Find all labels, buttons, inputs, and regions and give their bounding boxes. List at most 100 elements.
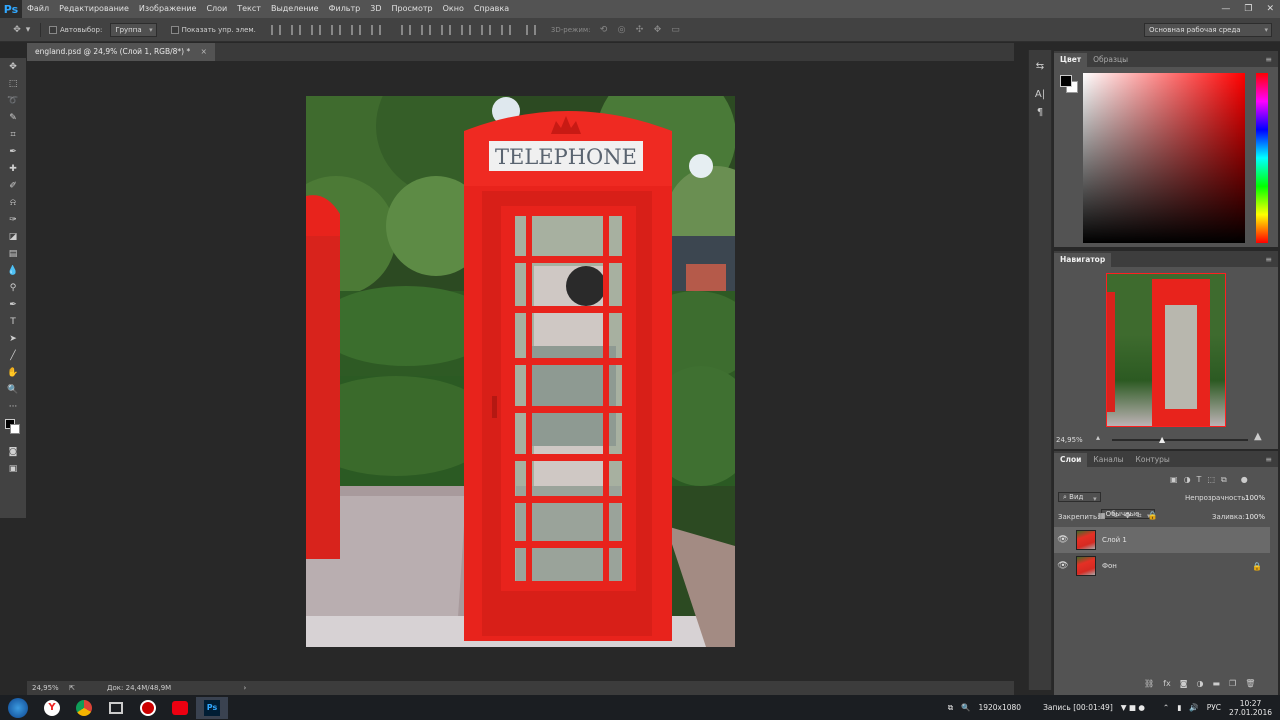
tab-channels[interactable]: Каналы — [1087, 453, 1129, 467]
filter-adjust-icon[interactable]: ◑ — [1184, 475, 1191, 485]
dodge-tool-icon[interactable]: ⚲ — [0, 279, 26, 296]
close-tab-icon[interactable]: × — [201, 47, 207, 56]
screen-icon[interactable]: ⧉ — [948, 703, 953, 713]
quick-mask-icon[interactable]: ◙ — [0, 443, 26, 460]
zoom-in-icon[interactable]: ▲ — [1254, 431, 1262, 442]
autoselect-dropdown[interactable]: Группа — [110, 22, 157, 37]
quick-select-tool-icon[interactable]: ✎ — [0, 109, 26, 126]
workspace-dropdown[interactable]: Основная рабочая среда — [1144, 23, 1272, 37]
marquee-tool-icon[interactable]: ⬚ — [0, 75, 26, 92]
blur-tool-icon[interactable]: 💧 — [0, 262, 26, 279]
panel-menu-icon[interactable]: ≡ — [1265, 53, 1272, 67]
tab-color[interactable]: Цвет — [1054, 53, 1088, 67]
adjustment-layer-icon[interactable]: ◑ — [1196, 679, 1203, 688]
canvas-image[interactable]: TELEPHONE — [306, 96, 735, 647]
layer-row[interactable]: 👁 Фон 🔒 — [1054, 553, 1270, 579]
menu-layers[interactable]: Слои — [201, 0, 232, 18]
menu-edit[interactable]: Редактирование — [54, 0, 134, 18]
pen-tool-icon[interactable]: ✒ — [0, 296, 26, 313]
network-icon[interactable]: ▮ — [1177, 703, 1181, 712]
distribute-hcenter-icon[interactable] — [480, 24, 491, 35]
video-app-icon[interactable] — [164, 697, 196, 719]
link-layers-icon[interactable]: ⛓ — [1144, 679, 1154, 688]
background-color-swatch[interactable] — [10, 424, 20, 434]
filter-pixel-icon[interactable]: ▣ — [1170, 475, 1178, 485]
eye-icon[interactable]: 👁 — [1054, 535, 1072, 545]
document-tab[interactable]: england.psd @ 24,9% (Слой 1, RGB/8*) * × — [27, 43, 215, 61]
hue-slider[interactable] — [1256, 73, 1268, 243]
clone-stamp-tool-icon[interactable]: ⍾ — [0, 194, 26, 211]
new-group-icon[interactable]: ▬ — [1212, 679, 1220, 688]
lock-position-icon[interactable]: ✥ — [1124, 511, 1131, 521]
type-tool-icon[interactable]: T — [0, 313, 26, 330]
lock-all-icon[interactable]: 🔒 — [1147, 511, 1157, 521]
zoom-slider[interactable] — [1112, 439, 1248, 441]
distribute-vcenter-icon[interactable] — [420, 24, 431, 35]
brush-tool-icon[interactable]: ✐ — [0, 177, 26, 194]
menu-type[interactable]: Текст — [232, 0, 266, 18]
align-hcenter-icon[interactable] — [350, 24, 361, 35]
recorder-icon[interactable] — [132, 697, 164, 719]
distribute-top-icon[interactable] — [400, 24, 411, 35]
align-top-icon[interactable] — [270, 24, 281, 35]
tray-expand-icon[interactable]: ⌃ — [1163, 703, 1169, 712]
navigator-preview[interactable] — [1106, 273, 1226, 427]
menu-image[interactable]: Изображение — [134, 0, 202, 18]
layer-filter-dropdown[interactable]: ⌕ Вид — [1058, 492, 1101, 502]
healing-brush-tool-icon[interactable]: ✚ — [0, 160, 26, 177]
auto-align-icon[interactable] — [525, 24, 536, 35]
distribute-right-icon[interactable] — [500, 24, 511, 35]
tab-navigator[interactable]: Навигатор — [1054, 253, 1112, 267]
chrome-icon[interactable] — [68, 697, 100, 719]
align-vcenter-icon[interactable] — [290, 24, 301, 35]
slide-3d-icon[interactable]: ✥ — [651, 23, 665, 37]
language-indicator[interactable]: РУС — [1207, 703, 1221, 712]
add-mask-icon[interactable]: ◙ — [1180, 679, 1188, 688]
move-tool-icon[interactable]: ✥ — [10, 23, 24, 37]
menu-select[interactable]: Выделение — [266, 0, 324, 18]
panel-menu-icon[interactable]: ≡ — [1265, 253, 1272, 267]
panel-menu-icon[interactable]: ≡ — [1265, 453, 1272, 467]
maximize-icon[interactable]: ❐ — [1244, 4, 1252, 14]
opacity-value[interactable]: 100% — [1245, 494, 1265, 502]
zoom-slider-thumb[interactable]: ▲ — [1159, 435, 1165, 444]
close-window-icon[interactable]: ✕ — [1266, 4, 1274, 14]
show-controls-checkbox[interactable] — [170, 25, 179, 34]
filter-shape-icon[interactable]: ⬚ — [1207, 475, 1215, 485]
path-select-tool-icon[interactable]: ➤ — [0, 330, 26, 347]
menu-3d[interactable]: 3D — [365, 0, 386, 18]
more-tools-icon[interactable]: ··· — [0, 398, 26, 415]
zoom-tool-icon[interactable]: 🔍 — [0, 381, 26, 398]
export-icon[interactable]: ⇱ — [69, 684, 75, 692]
rotate-3d-icon[interactable]: ⟲ — [597, 23, 611, 37]
eyedropper-tool-icon[interactable]: ✒ — [0, 143, 26, 160]
screen-mode-icon[interactable]: ▣ — [0, 460, 26, 477]
history-brush-tool-icon[interactable]: ✑ — [0, 211, 26, 228]
volume-icon[interactable]: 🔊 — [1189, 703, 1198, 712]
autoselect-checkbox[interactable] — [49, 25, 57, 34]
move-tool-icon[interactable]: ✥ — [0, 58, 26, 75]
pan-3d-icon[interactable]: ✣ — [633, 23, 647, 37]
photoshop-taskbar-icon[interactable]: Ps — [196, 696, 228, 719]
status-zoom[interactable]: 24,95% — [32, 684, 59, 692]
lock-artboard-icon[interactable]: ⌗ — [1137, 511, 1142, 521]
eraser-tool-icon[interactable]: ◪ — [0, 228, 26, 245]
clock[interactable]: 10:27 27.01.2016 — [1229, 699, 1272, 717]
menu-help[interactable]: Справка — [469, 0, 514, 18]
crop-tool-icon[interactable]: ⌗ — [0, 126, 26, 143]
color-field[interactable] — [1083, 73, 1245, 243]
filter-type-icon[interactable]: T — [1197, 475, 1202, 485]
color-swatches[interactable] — [0, 415, 26, 443]
delete-layer-icon[interactable]: 🗑 — [1245, 679, 1255, 688]
lock-pixels-icon[interactable]: ✎ — [1112, 511, 1119, 521]
properties-icon[interactable]: ⇆ — [1029, 58, 1051, 76]
tab-paths[interactable]: Контуры — [1130, 453, 1176, 467]
roll-3d-icon[interactable]: ◎ — [615, 23, 629, 37]
paragraph-icon[interactable]: ¶ — [1029, 104, 1051, 122]
tab-layers[interactable]: Слои — [1054, 453, 1088, 467]
gradient-tool-icon[interactable]: ▤ — [0, 245, 26, 262]
layer-style-icon[interactable]: fx — [1163, 679, 1171, 688]
eye-icon[interactable]: 👁 — [1054, 561, 1072, 571]
start-button[interactable] — [0, 697, 36, 719]
media-player-icon[interactable] — [100, 697, 132, 719]
